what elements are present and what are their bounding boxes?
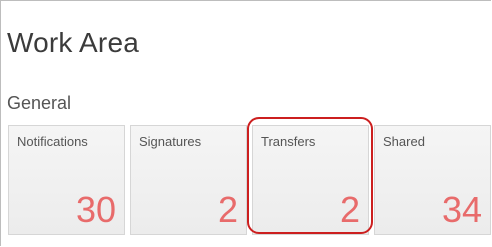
tile-transfers[interactable]: Transfers 2	[252, 125, 369, 235]
tile-count: 34	[441, 189, 482, 230]
tile-notifications[interactable]: Notifications 30	[8, 125, 125, 235]
tile-count: 2	[339, 189, 360, 230]
tile-shared[interactable]: Shared 34	[374, 125, 491, 235]
tile-signatures[interactable]: Signatures 2	[130, 125, 247, 235]
tile-label: Signatures	[139, 134, 202, 149]
tile-label: Notifications	[17, 134, 88, 149]
tile-count: 2	[217, 189, 238, 230]
tile-grid: Notifications 30 Signatures 2 Transfers …	[8, 125, 491, 235]
tile-label: Transfers	[261, 134, 316, 149]
section-title-general: General	[7, 93, 72, 113]
tile-count: 30	[75, 189, 116, 230]
tile-label: Shared	[383, 134, 425, 149]
page-title: Work Area	[7, 27, 139, 58]
